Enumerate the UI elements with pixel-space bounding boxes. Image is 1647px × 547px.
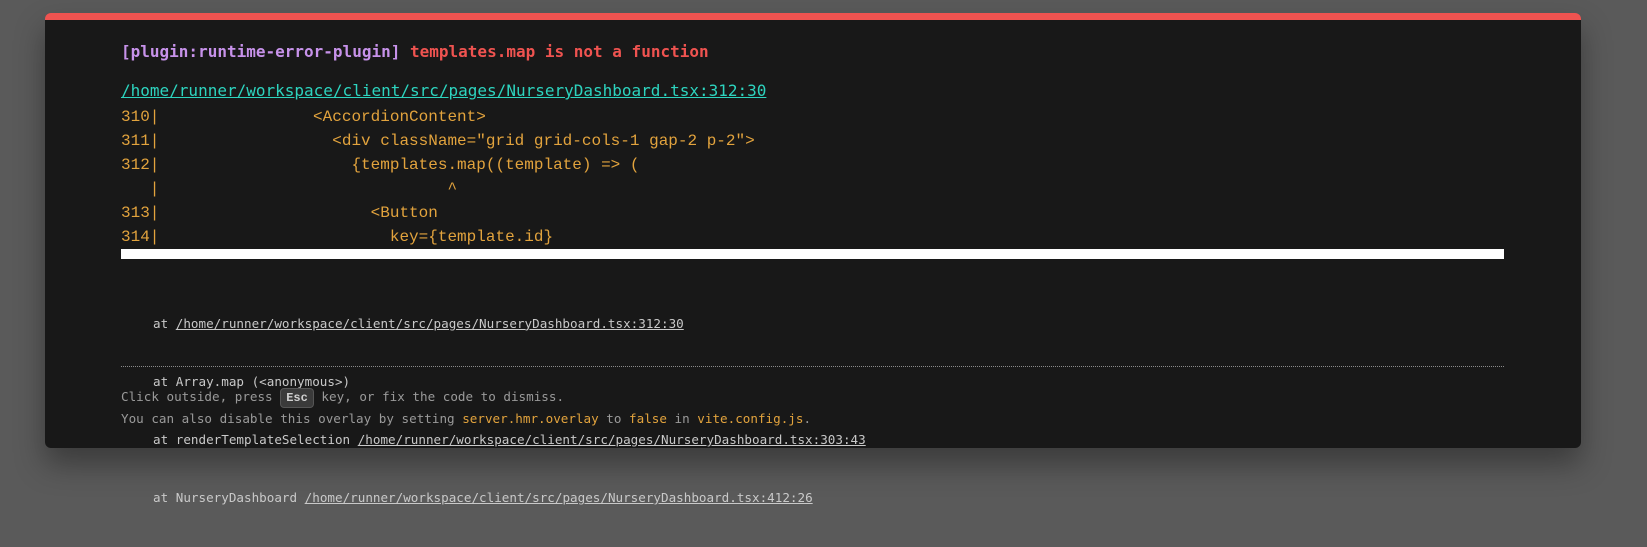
- stack-line: at renderTemplateSelection /home/runner/…: [153, 430, 866, 449]
- error-file-link[interactable]: /home/runner/workspace/client/src/pages/…: [121, 81, 766, 100]
- code-line: 311| <div className="grid grid-cols-1 ga…: [121, 132, 755, 150]
- setting-name: server.hmr.overlay: [462, 411, 599, 426]
- stack-prefix: at Array.map (<anonymous>): [153, 374, 351, 390]
- code-line: 314| key={template.id}: [121, 228, 554, 246]
- error-overlay: [plugin:runtime-error-plugin] templates.…: [45, 13, 1581, 505]
- disable-overlay-tip: You can also disable this overlay by set…: [121, 411, 811, 426]
- code-line: 313| <Button: [121, 204, 438, 222]
- esc-key-badge: Esc: [280, 388, 314, 408]
- stack-line: at /home/runner/workspace/client/src/pag…: [153, 314, 866, 333]
- stack-prefix: at: [153, 315, 176, 331]
- tip-text: Click outside, press: [121, 389, 281, 404]
- tip-text: to: [598, 411, 630, 426]
- stack-link[interactable]: /home/runner/workspace/client/src/pages/…: [176, 316, 684, 331]
- tip-text: in: [666, 411, 698, 426]
- stack-line: at NurseryDashboard /home/runner/workspa…: [153, 488, 866, 507]
- code-frame-scrollbar[interactable]: [121, 249, 1504, 259]
- error-message: templates.map is not a function: [410, 42, 709, 61]
- tip-text: key, or fix the code to dismiss.: [313, 389, 565, 404]
- config-file-name: vite.config.js: [697, 411, 804, 426]
- divider: [121, 366, 1504, 367]
- stack-link[interactable]: /home/runner/workspace/client/src/pages/…: [358, 432, 866, 447]
- tip-text: .: [803, 411, 812, 426]
- stack-prefix: at renderTemplateSelection: [153, 432, 358, 448]
- plugin-name: [plugin:runtime-error-plugin]: [121, 42, 401, 61]
- code-frame: 310| <AccordionContent> 311| <div classNa…: [121, 105, 755, 249]
- code-line-caret: | ^: [121, 180, 458, 198]
- stack-prefix: at NurseryDashboard: [153, 490, 305, 506]
- code-line: 310| <AccordionContent>: [121, 108, 486, 126]
- setting-value: false: [629, 411, 667, 426]
- dismiss-tip: Click outside, press Esc key, or fix the…: [121, 388, 564, 408]
- stack-link[interactable]: /home/runner/workspace/client/src/pages/…: [305, 490, 813, 505]
- error-header: [plugin:runtime-error-plugin] templates.…: [121, 42, 709, 61]
- code-line: 312| {templates.map((template) => (: [121, 156, 640, 174]
- tip-text: You can also disable this overlay by set…: [121, 411, 463, 426]
